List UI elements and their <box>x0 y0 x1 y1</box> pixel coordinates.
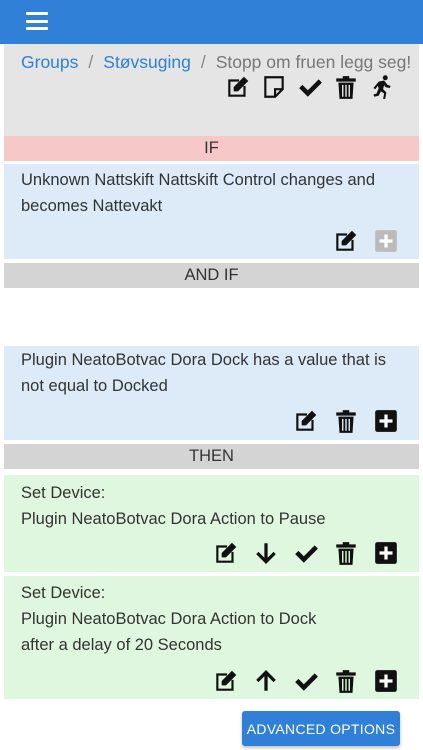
advanced-options-button[interactable]: ADVANCED OPTIONS <box>242 711 400 746</box>
breadcrumb-stovsuging-link[interactable]: Støvsuging <box>103 52 191 72</box>
plus-disabled-icon <box>373 228 399 254</box>
trigger-condition-card: Unknown Nattskift Nattskift Control chan… <box>4 164 419 259</box>
breadcrumb: Groups / Støvsuging / Stopp om fruen legg se… <box>21 52 416 73</box>
action-card: Set Device: Plugin NeatoBotvac Dora Acti… <box>4 475 419 572</box>
trash-icon[interactable] <box>333 408 359 434</box>
trash-icon[interactable] <box>333 74 359 100</box>
action-text-line: after a delay of 20 Seconds <box>21 636 222 654</box>
group-header-panel: Groups / Støvsuging / Stopp om fruen legg se… <box>4 44 419 146</box>
arrow-down-icon[interactable] <box>253 540 279 566</box>
top-navbar <box>0 0 423 44</box>
plus-icon[interactable] <box>373 408 399 434</box>
check-icon[interactable] <box>293 668 319 694</box>
if-section-label: IF <box>4 136 419 161</box>
header-actions <box>225 74 395 102</box>
breadcrumb-groups-link[interactable]: Groups <box>21 52 78 72</box>
trash-icon[interactable] <box>333 668 359 694</box>
action-text-line: Set Device: <box>21 484 106 502</box>
trash-icon[interactable] <box>333 540 359 566</box>
condition-text-line: not equal to Docked <box>21 377 168 395</box>
hamburger-menu-icon[interactable] <box>26 12 48 30</box>
plus-icon[interactable] <box>373 540 399 566</box>
breadcrumb-separator: / <box>88 52 94 72</box>
edit-icon[interactable] <box>225 74 251 100</box>
plus-icon[interactable] <box>373 668 399 694</box>
check-icon[interactable] <box>297 74 323 100</box>
trigger-condition-text-line: becomes Nattevakt <box>21 197 163 215</box>
edit-icon[interactable] <box>333 228 359 254</box>
then-section-label: THEN <box>4 444 419 469</box>
and-if-condition-card: Plugin NeatoBotvac Dora Dock has a value… <box>4 346 419 440</box>
and-if-section-label: AND IF <box>4 263 419 288</box>
action-text-line: Plugin NeatoBotvac Dora Action to Pause <box>21 510 326 528</box>
condition-text-line: Plugin NeatoBotvac Dora Dock has a value… <box>21 351 387 369</box>
trigger-condition-text-line: Unknown Nattskift Nattskift Control chan… <box>21 171 376 189</box>
edit-icon[interactable] <box>293 408 319 434</box>
action-card: Set Device: Plugin NeatoBotvac Dora Acti… <box>4 576 419 699</box>
action-text-line: Plugin NeatoBotvac Dora Action to Dock <box>21 610 317 628</box>
check-icon[interactable] <box>293 540 319 566</box>
action-text-line: Set Device: <box>21 584 106 602</box>
breadcrumb-current: Stopp om fruen legg seg! <box>215 52 412 72</box>
edit-icon[interactable] <box>213 540 239 566</box>
edit-icon[interactable] <box>213 668 239 694</box>
arrow-up-icon[interactable] <box>253 668 279 694</box>
breadcrumb-separator: / <box>200 52 206 72</box>
run-icon[interactable] <box>369 74 395 100</box>
note-icon[interactable] <box>261 74 287 100</box>
